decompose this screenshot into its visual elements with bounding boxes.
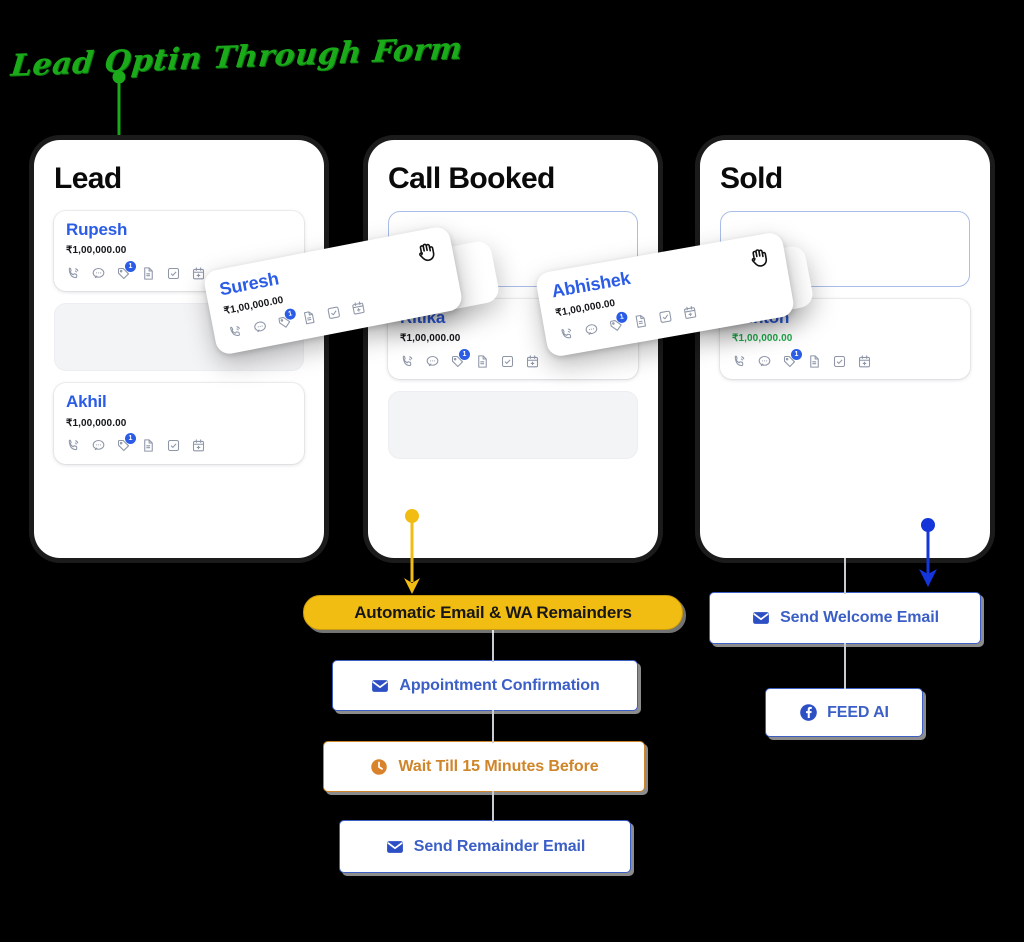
checkbox-icon[interactable] <box>657 308 674 325</box>
connector-line <box>492 629 494 662</box>
phone-icon[interactable] <box>732 354 747 369</box>
phone-icon[interactable] <box>558 326 575 343</box>
automation-pill-button[interactable]: Automatic Email & WA Remainders <box>303 595 683 630</box>
document-icon[interactable] <box>300 309 318 327</box>
checkbox-icon[interactable] <box>500 354 515 369</box>
kanban-column-sold[interactable]: Sold Clinton ₹1,00,000.00 1 <box>700 140 990 558</box>
phone-icon[interactable] <box>66 438 81 453</box>
deal-icon-row: 1 <box>732 348 958 370</box>
deal-amount: ₹1,00,000.00 <box>732 333 793 345</box>
checkbox-icon[interactable] <box>325 304 343 322</box>
phone-icon[interactable] <box>227 323 245 341</box>
connector-line <box>844 558 846 594</box>
sold-automation-arrow <box>919 518 937 587</box>
envelope-icon <box>385 837 405 857</box>
checkbox-icon[interactable] <box>166 438 181 453</box>
phone-icon[interactable] <box>66 266 81 281</box>
flow-node-label: Wait Till 15 Minutes Before <box>398 757 599 775</box>
tag-badge-count: 1 <box>791 348 802 360</box>
document-icon[interactable] <box>475 354 490 369</box>
deal-card-akhil[interactable]: Akhil ₹1,00,000.00 1 <box>54 383 304 464</box>
placeholder-card <box>388 391 638 460</box>
chat-icon[interactable] <box>583 321 600 338</box>
tag-icon[interactable]: 1 <box>276 307 297 332</box>
flow-node-feed-ai[interactable]: FEED AI <box>765 688 923 737</box>
envelope-icon <box>751 608 771 628</box>
chat-icon[interactable] <box>91 438 106 453</box>
calendar-plus-icon[interactable] <box>525 354 540 369</box>
tag-badge-count: 1 <box>125 433 136 445</box>
call-booked-automation-arrow <box>404 509 420 594</box>
flow-node-wait-15-minutes[interactable]: Wait Till 15 Minutes Before <box>323 741 645 792</box>
flow-node-label: Send Remainder Email <box>413 837 586 855</box>
flow-node-send-remainder-email[interactable]: Send Remainder Email <box>339 820 631 873</box>
chat-icon[interactable] <box>425 354 440 369</box>
calendar-plus-icon[interactable] <box>191 266 206 281</box>
deal-name: Rupesh <box>66 220 128 239</box>
column-title-call-booked: Call Booked <box>388 162 555 195</box>
flow-node-label: Appointment Confirmation <box>399 676 600 694</box>
deal-amount: ₹1,00,000.00 <box>66 417 127 429</box>
calendar-plus-icon[interactable] <box>350 299 368 317</box>
grab-hand-icon <box>751 249 768 267</box>
chat-icon[interactable] <box>251 318 269 336</box>
calendar-plus-icon[interactable] <box>191 438 206 453</box>
tag-icon[interactable]: 1 <box>782 348 802 369</box>
tag-icon[interactable]: 1 <box>607 311 629 334</box>
calendar-plus-icon[interactable] <box>857 354 872 369</box>
flow-node-send-welcome-email[interactable]: Send Welcome Email <box>709 592 981 644</box>
tag-badge-count: 1 <box>125 260 136 272</box>
deal-icon-row: 1 <box>66 433 292 455</box>
document-icon[interactable] <box>807 354 822 369</box>
tag-icon[interactable]: 1 <box>116 433 136 453</box>
document-icon[interactable] <box>141 266 156 281</box>
document-icon[interactable] <box>632 313 649 330</box>
page-title: Lead Optin Through Form <box>9 31 465 84</box>
calendar-plus-icon[interactable] <box>681 304 698 321</box>
flow-node-label: FEED AI <box>827 703 889 721</box>
tag-badge-count: 1 <box>459 348 470 360</box>
checkbox-icon[interactable] <box>832 354 847 369</box>
deal-amount: ₹1,00,000.00 <box>66 245 127 257</box>
tag-icon[interactable]: 1 <box>116 260 136 281</box>
phone-icon[interactable] <box>400 354 415 369</box>
chat-icon[interactable] <box>91 266 106 281</box>
document-icon[interactable] <box>141 438 156 453</box>
connector-line <box>492 791 494 822</box>
envelope-icon <box>370 676 390 696</box>
tag-icon[interactable]: 1 <box>450 348 470 369</box>
kanban-column-call-booked[interactable]: Call Booked Ritika ₹1,00,000.00 1 <box>368 140 658 558</box>
connector-line <box>844 643 846 689</box>
deal-name: Akhil <box>66 392 107 412</box>
deal-icon-row: 1 <box>400 348 626 370</box>
connector-line <box>492 710 494 743</box>
column-title-lead: Lead <box>54 162 122 195</box>
flow-node-appointment-confirmation[interactable]: Appointment Confirmation <box>332 660 638 711</box>
kanban-column-lead[interactable]: Lead Rupesh ₹1,00,000.00 1 Akhil ₹1,00,0… <box>34 140 324 558</box>
flow-node-label: Send Welcome Email <box>780 609 939 626</box>
chat-icon[interactable] <box>757 354 772 369</box>
facebook-icon <box>799 703 818 722</box>
grab-hand-icon <box>419 243 435 262</box>
clock-icon <box>369 757 389 777</box>
checkbox-icon[interactable] <box>166 266 181 281</box>
column-title-sold: Sold <box>720 162 783 195</box>
